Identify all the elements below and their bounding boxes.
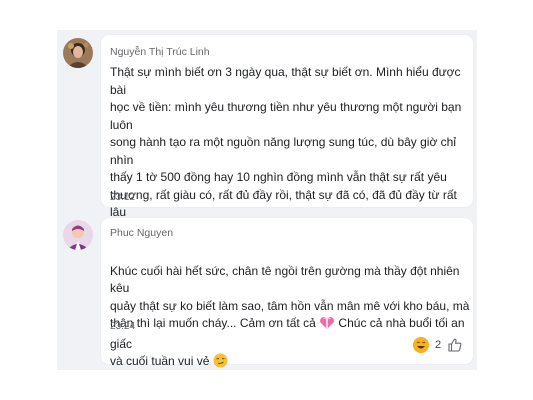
comments-panel: Nguyễn Thị Trúc Linh Thật sự mình biết ơ… <box>57 30 477 370</box>
reaction-bar: 2 <box>413 337 463 353</box>
comment-author[interactable]: Nguyễn Thị Trúc Linh <box>110 46 210 58</box>
reaction-count[interactable]: 2 <box>435 339 441 351</box>
avatar-photo-woman-icon <box>63 38 93 68</box>
comment-timestamp: 23:24 <box>110 321 136 332</box>
comment-bubble: Phuc Nguyen Khúc cuối hài hết sức, chân … <box>101 218 473 368</box>
thumbs-up-icon[interactable] <box>447 337 463 353</box>
comment-author[interactable]: Phuc Nguyen <box>110 227 173 239</box>
avatar[interactable] <box>63 220 93 250</box>
comment-bubble: Nguyễn Thị Trúc Linh Thật sự mình biết ơ… <box>101 35 473 272</box>
smirk-emoji <box>213 353 228 374</box>
comment-item: Nguyễn Thị Trúc Linh Thật sự mình biết ơ… <box>57 30 477 272</box>
heart-gift-emoji <box>319 316 335 336</box>
comment-timestamp: 23:12 <box>110 192 136 203</box>
comment-text: Khúc cuối hài hết sức, chân tê ngồi trên… <box>110 245 470 374</box>
avatar[interactable] <box>63 38 93 68</box>
comment-item: Phuc Nguyen Khúc cuối hài hết sức, chân … <box>57 216 477 368</box>
avatar-photo-man-icon <box>63 220 93 250</box>
laughing-emoji-icon[interactable] <box>413 337 429 353</box>
